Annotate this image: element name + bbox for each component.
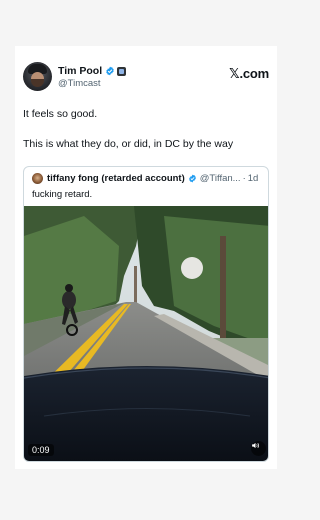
speaker-icon (252, 442, 259, 449)
quoted-author-avatar[interactable] (32, 173, 43, 184)
quoted-author-handle[interactable]: @Tiffan... (200, 173, 241, 184)
author-name[interactable]: Tim Pool (58, 65, 102, 77)
x-logo-icon: 𝕏.com (229, 66, 269, 81)
quoted-tweet-text: fucking retard. (32, 189, 93, 200)
quoted-author-name[interactable]: tiffany fong (retarded account) (47, 173, 185, 184)
author-avatar[interactable] (23, 62, 52, 91)
author-name-line: Tim Pool (58, 65, 127, 77)
affiliate-badge-icon (117, 66, 127, 76)
tweet-text-line2: This is what they do, or did, in DC by t… (23, 138, 234, 150)
separator-dot: · (242, 173, 246, 184)
video-player[interactable]: 0:09 (24, 206, 268, 461)
verified-badge-icon (106, 66, 114, 76)
tweet-card[interactable]: Tim Pool @Timcast 𝕏.com It feels so good… (15, 46, 277, 469)
author-handle[interactable]: @Timcast (58, 78, 101, 89)
quoted-tweet[interactable]: tiffany fong (retarded account) @Tiffan.… (23, 166, 269, 462)
mute-button[interactable] (251, 441, 266, 456)
quoted-tweet-header: tiffany fong (retarded account) @Tiffan.… (32, 173, 258, 184)
quoted-timestamp[interactable]: 1d (248, 173, 259, 184)
verified-badge-icon (188, 174, 196, 183)
video-frame (24, 206, 268, 461)
tweet-header: Tim Pool @Timcast 𝕏.com (23, 62, 269, 96)
video-duration-badge: 0:09 (28, 444, 54, 456)
tweet-text-line1: It feels so good. (23, 108, 98, 120)
